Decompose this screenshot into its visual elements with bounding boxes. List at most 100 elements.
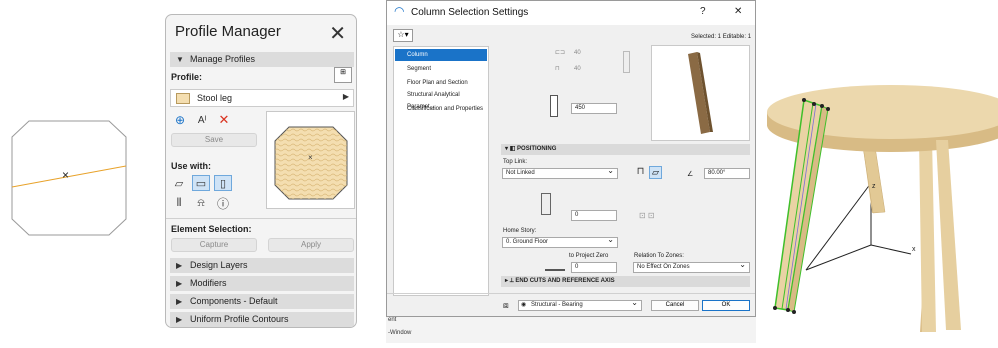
stool-3d-model [767, 85, 998, 332]
archicad-logo-icon: ◠ [394, 4, 405, 18]
link-dimensions-icon[interactable] [623, 51, 630, 73]
design-layers-section[interactable]: ▶ Design Layers [170, 258, 354, 273]
chevron-right-icon: ▶ [342, 92, 349, 101]
railing-tool-icon[interactable]: ⫴ [170, 195, 188, 211]
bottom-offset-icon [541, 193, 551, 215]
panel-title: Profile Manager [175, 23, 281, 40]
capture-button[interactable]: Capture [171, 238, 257, 252]
collapse-triangle-icon: ▼ [176, 55, 184, 64]
section-label: Uniform Profile Contours [190, 314, 289, 324]
section-label: END CUTS AND REFERENCE AXIS [515, 278, 615, 284]
nav-label: Floor Plan and Section [407, 80, 468, 86]
section-label: Modifiers [190, 278, 227, 288]
floor-plan-canvas[interactable]: × [0, 0, 165, 343]
manage-profiles-section[interactable]: ▼ Manage Profiles [170, 52, 354, 67]
home-story-label: Home Story: [503, 228, 537, 234]
delete-profile-icon[interactable]: ✕ [215, 112, 233, 128]
section-label: Components - Default [190, 296, 278, 306]
positioning-icon: ◧ [509, 146, 516, 152]
section-label: Design Layers [190, 260, 248, 270]
vertical-column-icon[interactable]: ⊓ [634, 166, 647, 179]
column-height-icon [550, 95, 558, 117]
object-tool-icon[interactable]: ⍾ [192, 195, 210, 211]
profile-manager-panel: Profile Manager ✕ ▼ Manage Profiles Prof… [165, 14, 357, 328]
profile-label: Profile: [171, 72, 203, 82]
apply-button[interactable]: Apply [268, 238, 354, 252]
components-section[interactable]: ▶ Components - Default [170, 294, 354, 309]
bottom-offset-input[interactable]: 0 [571, 210, 617, 221]
depth-value: 40 [574, 66, 581, 72]
info-icon[interactable]: ⓘ [214, 195, 232, 211]
profile-swatch [176, 93, 190, 104]
dialog-titlebar: ◠ Column Selection Settings ? ✕ [387, 1, 755, 25]
divider [166, 218, 356, 219]
3d-viewport[interactable]: z x [756, 0, 998, 343]
expand-triangle-icon: ▶ [176, 297, 183, 306]
slanted-column-icon[interactable]: ▱ [649, 166, 662, 179]
eye-icon: ◉ [521, 302, 527, 308]
structural-function-select[interactable]: ◉ Structural - Bearing [518, 298, 642, 311]
use-with-label: Use with: [171, 161, 212, 171]
background-panel: ent -Window [386, 317, 756, 343]
wall-tool-icon[interactable]: ▱ [170, 175, 188, 191]
close-button[interactable]: ✕ [734, 6, 742, 17]
top-link-select[interactable]: Not Linked [502, 166, 618, 179]
project-zero-icon [545, 263, 565, 271]
nav-item-column[interactable]: Column [395, 49, 487, 61]
end-cuts-section[interactable]: ▸ ⟂ END CUTS AND REFERENCE AXIS [501, 276, 750, 287]
x-axis-label: x [912, 246, 916, 253]
expand-triangle-icon: ▶ [176, 315, 183, 324]
structural-function-value: Structural - Bearing [531, 302, 583, 308]
height-input[interactable]: 450 [571, 103, 617, 114]
top-link-label: Top Link: [503, 159, 528, 165]
background-text: ent [388, 317, 397, 323]
center-marker: × [62, 168, 70, 182]
home-story-select[interactable]: 0. Ground Floor [502, 235, 618, 248]
nav-label: Segment [407, 66, 432, 72]
close-icon[interactable]: ✕ [329, 21, 346, 46]
element-selection-label: Element Selection: [171, 224, 252, 234]
preview-center-marker: × [308, 153, 313, 162]
column-tool-icon[interactable]: ▯ [214, 175, 232, 191]
nav-label: Classification and Properties [407, 106, 484, 112]
expand-triangle-icon: ▶ [176, 261, 183, 270]
angle-input[interactable]: 80.00° [704, 168, 750, 179]
profile-preview: × [266, 111, 355, 209]
relation-zones-select[interactable]: No Effect On Zones [633, 260, 750, 273]
help-button[interactable]: ? [700, 6, 706, 17]
end-cuts-icon: ⟂ [509, 278, 514, 284]
ok-button[interactable]: OK [702, 300, 750, 311]
add-profile-icon[interactable]: ⊕ [171, 112, 189, 128]
width-value: 40 [574, 50, 581, 56]
nav-item-structural[interactable]: Structural Analytical Paramet... [395, 89, 487, 110]
favorites-star-icon[interactable]: ☆▾ [393, 29, 413, 42]
section-label: POSITIONING [517, 146, 557, 152]
expand-triangle-icon: ▸ [505, 278, 509, 284]
rename-profile-icon[interactable]: Aᴵ [193, 112, 211, 128]
collapse-triangle-icon: ▾ [505, 146, 509, 152]
project-zero-input[interactable]: 0 [571, 262, 617, 273]
to-project-zero-label: to Project Zero [569, 253, 609, 259]
modifiers-section[interactable]: ▶ Modifiers [170, 276, 354, 291]
structural-icon: ⧈ [503, 300, 509, 310]
uniform-profile-contours-section[interactable]: ▶ Uniform Profile Contours [170, 312, 354, 327]
nav-item-classification[interactable]: Classification and Properties [395, 103, 487, 115]
column-settings-dialog: ◠ Column Selection Settings ? ✕ ☆▾ Selec… [386, 0, 756, 317]
profile-selector[interactable]: Stool leg ▶ [170, 89, 354, 107]
beam-tool-icon[interactable]: ▭ [192, 175, 210, 191]
background-text: -Window [388, 330, 412, 336]
nav-label: Column [407, 52, 428, 58]
divider [387, 293, 755, 294]
nav-item-floor-plan[interactable]: Floor Plan and Section [395, 77, 487, 89]
cancel-button[interactable]: Cancel [651, 300, 699, 311]
column-preview-drawing [688, 52, 713, 134]
positioning-section[interactable]: ▾ ◧ POSITIONING [501, 144, 750, 155]
background-gap [357, 0, 387, 343]
disabled-link-icon: ⊡ ⊡ [639, 211, 655, 220]
expand-triangle-icon: ▶ [176, 279, 183, 288]
profile-list-icon[interactable]: ⊞ [334, 67, 352, 83]
profile-name: Stool leg [197, 93, 233, 103]
save-button[interactable]: Save [171, 133, 257, 147]
nav-item-segment[interactable]: Segment [395, 63, 487, 75]
dialog-title: Column Selection Settings [411, 7, 529, 18]
